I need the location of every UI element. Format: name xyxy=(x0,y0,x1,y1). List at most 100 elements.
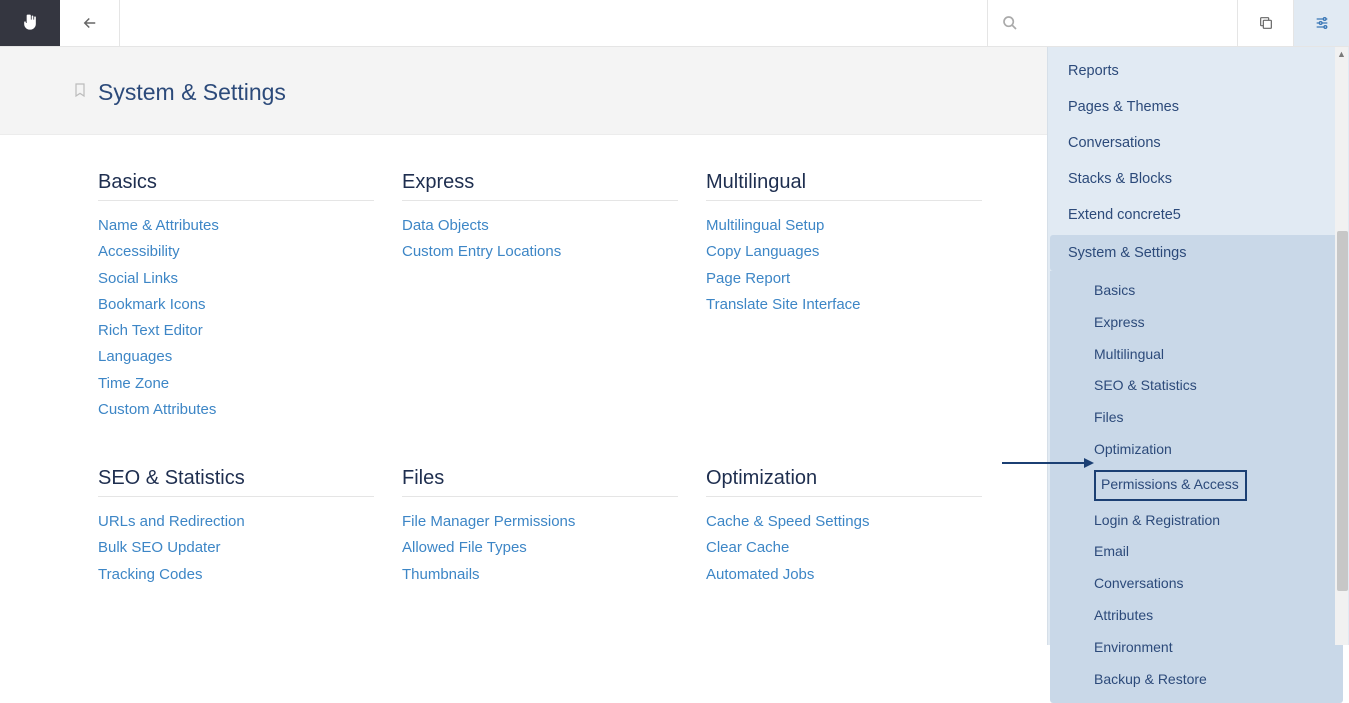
top-toolbar xyxy=(0,0,1349,47)
sidebar-sub-item[interactable]: Backup & Restore xyxy=(1050,664,1343,696)
search-box[interactable] xyxy=(987,0,1237,46)
link[interactable]: Languages xyxy=(98,348,172,365)
link[interactable]: Thumbnails xyxy=(402,566,480,583)
link[interactable]: Data Objects xyxy=(402,217,489,234)
search-icon xyxy=(1002,15,1018,31)
sidebar-sub-label: Basics xyxy=(1094,282,1135,298)
sidebar-sub-item[interactable]: Express xyxy=(1050,307,1343,339)
sidebar-item-system-settings[interactable]: System & Settings xyxy=(1050,235,1343,271)
section-link[interactable]: Clear Cache xyxy=(706,535,982,561)
section-link[interactable]: Translate Site Interface xyxy=(706,292,982,318)
hand-logo-icon xyxy=(20,13,40,33)
copy-icon xyxy=(1258,15,1274,31)
section-link[interactable]: File Manager Permissions xyxy=(402,509,678,535)
section-links: Multilingual Setup Copy Languages Page Rep… xyxy=(706,213,982,318)
page-title: System & Settings xyxy=(98,79,286,106)
link[interactable]: Name & Attributes xyxy=(98,217,219,234)
link[interactable]: Clear Cache xyxy=(706,539,789,556)
copy-button[interactable] xyxy=(1237,0,1293,46)
section-link[interactable]: Bookmark Icons xyxy=(98,292,374,318)
link[interactable]: Allowed File Types xyxy=(402,539,527,556)
sidebar-sub-item[interactable]: Optimization xyxy=(1050,434,1343,466)
sidebar-sub-item[interactable]: SEO & Statistics xyxy=(1050,370,1343,402)
sidebar-sub-item[interactable]: Email xyxy=(1050,536,1343,568)
bookmark-icon[interactable] xyxy=(72,80,88,105)
sidebar-sub-item[interactable]: Conversations xyxy=(1050,568,1343,600)
section-express: Express Data Objects Custom Entry Locatio… xyxy=(402,171,678,423)
link[interactable]: Translate Site Interface xyxy=(706,296,861,313)
section-link[interactable]: Cache & Speed Settings xyxy=(706,509,982,535)
link[interactable]: Cache & Speed Settings xyxy=(706,513,869,530)
sidebar-sub-item[interactable]: Permissions & Access xyxy=(1050,466,1343,505)
link[interactable]: Tracking Codes xyxy=(98,566,203,583)
section-links: Cache & Speed Settings Clear Cache Automat… xyxy=(706,509,982,588)
link[interactable]: Bookmark Icons xyxy=(98,296,206,313)
link[interactable]: Accessibility xyxy=(98,243,180,260)
section-link[interactable]: Languages xyxy=(98,344,374,370)
section-link[interactable]: URLs and Redirection xyxy=(98,509,374,535)
sidebar-sub-item[interactable]: Environment xyxy=(1050,632,1343,664)
section-link[interactable]: Rich Text Editor xyxy=(98,318,374,344)
section-title: Basics xyxy=(98,171,374,201)
section-link[interactable]: Bulk SEO Updater xyxy=(98,535,374,561)
section-title: Express xyxy=(402,171,678,201)
sidebar-sub-item[interactable]: Files xyxy=(1050,402,1343,434)
section-link[interactable]: Data Objects xyxy=(402,213,678,239)
section-links: Name & Attributes Accessibility Social Lin… xyxy=(98,213,374,423)
section-title: SEO & Statistics xyxy=(98,467,374,497)
link[interactable]: Custom Entry Locations xyxy=(402,243,561,260)
section-links: File Manager Permissions Allowed File Typ… xyxy=(402,509,678,588)
sidebar-sub-label: Conversations xyxy=(1094,575,1184,591)
toolbar-spacer xyxy=(120,0,987,46)
section-link[interactable]: Tracking Codes xyxy=(98,562,374,588)
link[interactable]: Bulk SEO Updater xyxy=(98,539,221,556)
link[interactable]: Rich Text Editor xyxy=(98,322,203,339)
section-link[interactable]: Name & Attributes xyxy=(98,213,374,239)
section-link[interactable]: Custom Entry Locations xyxy=(402,239,678,265)
logo-button[interactable] xyxy=(0,0,60,46)
sidebar-sub-item[interactable]: Login & Registration xyxy=(1050,505,1343,537)
sidebar-sub-label: Email xyxy=(1094,543,1129,559)
link[interactable]: File Manager Permissions xyxy=(402,513,575,530)
sidebar-panel: ReportsPages & ThemesConversationsStacks… xyxy=(1047,47,1349,645)
link[interactable]: Page Report xyxy=(706,270,790,287)
section-link[interactable]: Thumbnails xyxy=(402,562,678,588)
section-link[interactable]: Time Zone xyxy=(98,371,374,397)
settings-button[interactable] xyxy=(1293,0,1349,46)
sidebar-sub-label: Environment xyxy=(1094,639,1173,655)
section-links: URLs and Redirection Bulk SEO Updater Trac… xyxy=(98,509,374,588)
sidebar-sub-item[interactable]: Attributes xyxy=(1050,600,1343,632)
sidebar-sub-item[interactable]: Multilingual xyxy=(1050,339,1343,371)
section-seo: SEO & Statistics URLs and Redirection Bul… xyxy=(98,467,374,588)
section-link[interactable]: Accessibility xyxy=(98,239,374,265)
sidebar-item[interactable]: Pages & Themes xyxy=(1048,89,1349,125)
section-link[interactable]: Multilingual Setup xyxy=(706,213,982,239)
link[interactable]: Copy Languages xyxy=(706,243,819,260)
sidebar-item[interactable]: Extend concrete5 xyxy=(1048,197,1349,233)
link[interactable]: Custom Attributes xyxy=(98,401,216,418)
section-files: Files File Manager Permissions Allowed Fi… xyxy=(402,467,678,588)
scrollbar-thumb[interactable] xyxy=(1337,231,1348,591)
back-button[interactable] xyxy=(60,0,120,46)
sidebar-sub-item[interactable]: Basics xyxy=(1050,275,1343,307)
link[interactable]: Automated Jobs xyxy=(706,566,814,583)
section-link[interactable]: Social Links xyxy=(98,266,374,292)
section-link[interactable]: Copy Languages xyxy=(706,239,982,265)
sidebar-item[interactable]: Stacks & Blocks xyxy=(1048,161,1349,197)
scroll-up-arrow[interactable]: ▲ xyxy=(1335,47,1348,60)
sidebar-item[interactable]: Reports xyxy=(1048,53,1349,89)
section-title: Files xyxy=(402,467,678,497)
link[interactable]: Time Zone xyxy=(98,375,169,392)
section-link[interactable]: Custom Attributes xyxy=(98,397,374,423)
link[interactable]: Multilingual Setup xyxy=(706,217,824,234)
sidebar-scroll: ReportsPages & ThemesConversationsStacks… xyxy=(1048,47,1349,703)
sidebar-sub-label: SEO & Statistics xyxy=(1094,377,1197,393)
section-link[interactable]: Automated Jobs xyxy=(706,562,982,588)
link[interactable]: URLs and Redirection xyxy=(98,513,245,530)
section-link[interactable]: Page Report xyxy=(706,266,982,292)
section-link[interactable]: Allowed File Types xyxy=(402,535,678,561)
sidebar-item[interactable]: Conversations xyxy=(1048,125,1349,161)
link[interactable]: Social Links xyxy=(98,270,178,287)
section-links: Data Objects Custom Entry Locations xyxy=(402,213,678,266)
sidebar-sub-label: Multilingual xyxy=(1094,346,1164,362)
